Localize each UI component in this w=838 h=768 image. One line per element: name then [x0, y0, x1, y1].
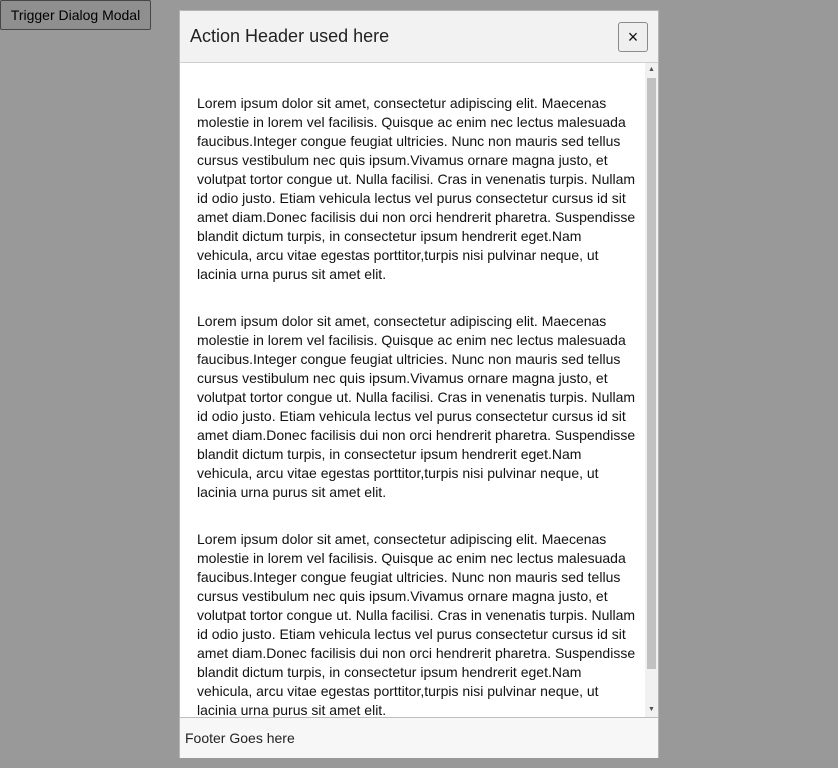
footer-text: Footer Goes here [185, 730, 295, 746]
body-paragraph: Lorem ipsum dolor sit amet, consectetur … [197, 95, 636, 282]
vertical-scrollbar[interactable]: ▲ ▼ [645, 63, 658, 717]
scrollbar-thumb[interactable] [647, 78, 656, 669]
body-paragraph: Lorem ipsum dolor sit amet, consectetur … [197, 313, 636, 500]
close-button[interactable]: × [618, 22, 648, 52]
modal-footer: Footer Goes here [180, 717, 658, 758]
modal-header: Action Header used here × [180, 11, 658, 63]
modal-title: Action Header used here [190, 26, 390, 46]
scroll-down-arrow-icon[interactable]: ▼ [645, 703, 658, 717]
modal-body[interactable]: Lorem ipsum dolor sit amet, consectetur … [180, 63, 658, 717]
scroll-up-arrow-icon[interactable]: ▲ [645, 63, 658, 77]
modal-body-content: Lorem ipsum dolor sit amet, consectetur … [197, 94, 637, 717]
dialog-modal: Action Header used here × Lorem ipsum do… [179, 10, 659, 758]
close-icon: × [627, 27, 639, 47]
body-paragraph: Lorem ipsum dolor sit amet, consectetur … [197, 531, 636, 717]
